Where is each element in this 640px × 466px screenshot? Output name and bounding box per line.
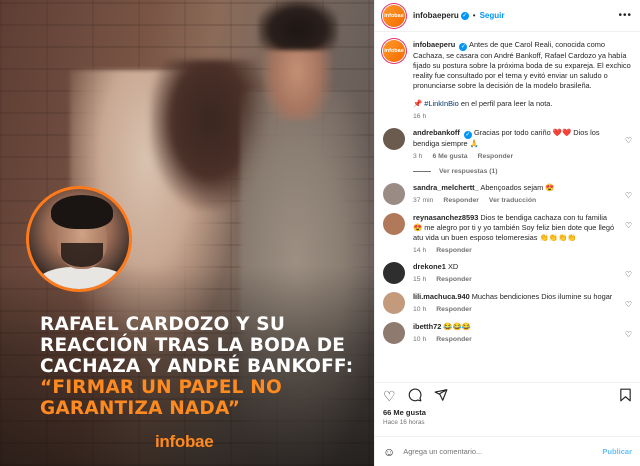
comment-body: Muchas bendiciones Dios ilumine su hogar — [471, 292, 613, 301]
comment-time: 15 h — [413, 276, 427, 283]
post-timestamp: Hace 16 horas — [383, 419, 425, 426]
headline-orange-quote: “FIRMAR UN PAPEL NO GARANTIZA NADA” — [40, 377, 282, 419]
comment-body: Abençoados sejam 😍 — [480, 183, 555, 192]
comment-username[interactable]: reynasanchez8593 — [413, 213, 478, 222]
comment-like-heart-icon[interactable]: ♡ — [625, 191, 632, 200]
comment-row: drekone1 XD 15 h Responder ♡ — [383, 262, 632, 284]
caption-link-suffix: en el perfil para leer la nota. — [458, 99, 553, 108]
share-send-icon[interactable] — [434, 388, 448, 404]
reply-button[interactable]: Responder — [443, 197, 479, 204]
inset-portrait-hair — [51, 195, 113, 229]
comment-row: ibetth72 😂😂😂 10 h Responder ♡ — [383, 322, 632, 344]
comment-text: andrebankoff ✓ Gracias por todo cariño ❤… — [413, 128, 616, 149]
comment-avatar[interactable] — [383, 183, 405, 205]
like-heart-icon[interactable]: ♡ — [383, 389, 396, 403]
comment-avatar[interactable] — [383, 213, 405, 235]
hashtag-link[interactable]: #LinkInBio — [424, 99, 459, 108]
reply-button[interactable]: Responder — [436, 247, 472, 254]
reply-button[interactable]: Responder — [436, 306, 472, 313]
comment-username[interactable]: drekone1 — [413, 262, 446, 271]
reply-button[interactable]: Responder — [436, 336, 472, 343]
follow-button[interactable]: Seguir — [480, 11, 505, 20]
comment-row: sandra_melchertt_ Abençoados sejam 😍 37 … — [383, 183, 632, 205]
groom-hair — [258, 0, 338, 50]
translate-button[interactable]: Ver traducción — [489, 197, 536, 204]
comment-time: 10 h — [413, 306, 427, 313]
reply-button[interactable]: Responder — [436, 276, 472, 283]
comment-bubble-icon[interactable] — [408, 388, 422, 404]
comment-row: reynasanchez8593 Dios te bendiga cachaza… — [383, 213, 632, 254]
verified-badge-icon: ✓ — [460, 11, 469, 20]
comment-like-heart-icon[interactable]: ♡ — [625, 300, 632, 309]
comment-avatar[interactable] — [383, 292, 405, 314]
likes-count[interactable]: 66 Me gusta — [375, 408, 640, 417]
caption-time: 16 h — [413, 113, 427, 120]
post-image[interactable]: RAFAEL CARDOZO Y SU REACCIÓN TRAS LA BOD… — [0, 0, 374, 466]
inset-portrait-body — [37, 267, 127, 289]
caption-link-line: 📌 #LinkInBio en el perfil para leer la n… — [413, 99, 632, 109]
comment-avatar[interactable] — [383, 322, 405, 344]
post-headline: RAFAEL CARDOZO Y SU REACCIÓN TRAS LA BOD… — [40, 314, 362, 419]
reply-button[interactable]: Responder — [478, 153, 514, 160]
publish-button[interactable]: Publicar — [602, 447, 632, 456]
comment-body: 😂😂😂 — [443, 322, 472, 331]
separator-dot: • — [472, 11, 476, 20]
comment-like-heart-icon[interactable]: ♡ — [625, 270, 632, 279]
bookmark-icon[interactable] — [619, 388, 632, 404]
comment-row: andrebankoff ✓ Gracias por todo cariño ❤… — [383, 128, 632, 160]
comment-text: sandra_melchertt_ Abençoados sejam 😍 — [413, 183, 616, 193]
comment-username[interactable]: sandra_melchertt_ — [413, 183, 479, 192]
pin-icon: 📌 — [413, 99, 425, 108]
comment-input[interactable] — [403, 447, 603, 456]
add-comment-bar: ☺ Publicar — [375, 436, 640, 466]
comment-avatar[interactable] — [383, 262, 405, 284]
comment-text: reynasanchez8593 Dios te bendiga cachaza… — [413, 213, 616, 243]
comment-likes[interactable]: 6 Me gusta — [432, 153, 467, 160]
inset-portrait-beard — [61, 243, 103, 267]
comment-time: 10 h — [413, 336, 427, 343]
comments-list[interactable]: infobae infobaeperu ✓ Antes de que Carol… — [375, 32, 640, 382]
view-replies-button[interactable]: Ver respuestas (1) — [413, 168, 632, 175]
comment-body: XD — [447, 262, 459, 271]
caption-username[interactable]: infobaeperu — [413, 40, 455, 49]
infobae-logo: infobae — [155, 432, 214, 451]
comment-like-heart-icon[interactable]: ♡ — [625, 136, 632, 145]
comment-username[interactable]: andrebankoff — [413, 128, 460, 137]
author-username[interactable]: infobaeperu — [413, 11, 459, 20]
verified-badge-icon: ✓ — [459, 43, 468, 51]
inset-portrait — [26, 186, 132, 292]
emoji-smiley-icon[interactable]: ☺ — [383, 445, 395, 459]
comment-text: drekone1 XD — [413, 262, 616, 272]
post-actions-bar: ♡ — [375, 382, 640, 408]
post-sidebar: infobae infobaeperu ✓ • Seguir ••• infob… — [374, 0, 640, 466]
comment-text: lili.machuca.940 Muchas bendiciones Dios… — [413, 292, 616, 302]
post-header: infobae infobaeperu ✓ • Seguir ••• — [375, 0, 640, 32]
comment-avatar[interactable] — [383, 128, 405, 150]
comment-text: ibetth72 😂😂😂 — [413, 322, 616, 332]
comment-like-heart-icon[interactable]: ♡ — [625, 221, 632, 230]
caption-avatar[interactable]: infobae — [383, 40, 405, 62]
comment-row: lili.machuca.940 Muchas bendiciones Dios… — [383, 292, 632, 314]
verified-badge-icon: ✓ — [463, 131, 472, 139]
comment-time: 14 h — [413, 247, 427, 254]
comment-time: 37 min — [413, 197, 434, 204]
comment-username[interactable]: ibetth72 — [413, 322, 441, 331]
author-avatar[interactable]: infobae — [383, 4, 405, 27]
more-options-icon[interactable]: ••• — [618, 10, 632, 21]
headline-white-text: RAFAEL CARDOZO Y SU REACCIÓN TRAS LA BOD… — [40, 314, 354, 377]
caption-row: infobae infobaeperu ✓ Antes de que Carol… — [383, 40, 632, 120]
caption-text: infobaeperu ✓ Antes de que Carol Reali, … — [413, 40, 632, 91]
comment-username[interactable]: lili.machuca.940 — [413, 292, 470, 301]
comment-like-heart-icon[interactable]: ♡ — [625, 330, 632, 339]
comment-time: 3 h — [413, 153, 423, 160]
